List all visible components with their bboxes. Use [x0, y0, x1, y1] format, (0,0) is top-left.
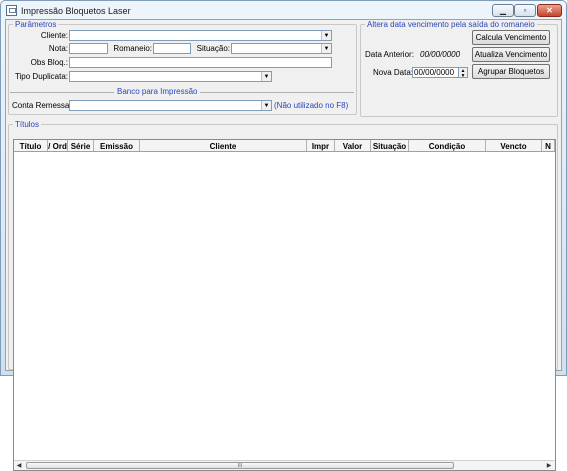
col-header-n[interactable]: N — [542, 140, 555, 151]
tipo-duplicata-label: Tipo Duplicata: — [14, 72, 68, 81]
obs-bloq-input[interactable] — [69, 57, 332, 68]
col-header-condicao[interactable]: Condição — [409, 140, 486, 151]
minimize-button[interactable]: ▁ — [492, 4, 514, 17]
conta-remessa-label: Conta Remessa: — [12, 101, 72, 110]
scroll-grip-icon: III — [237, 462, 243, 469]
col-header-ord[interactable]: / Ord — [48, 140, 68, 151]
maximize-icon: ▫ — [523, 5, 527, 15]
nova-data-label: Nova Data: — [373, 68, 414, 77]
cliente-dropdown-arrow-icon[interactable]: ▼ — [321, 31, 331, 40]
titulos-grid[interactable]: Título / Ord Série Emissão Cliente Impr … — [13, 139, 556, 471]
calcula-vencimento-button[interactable]: Calcula Vencimento — [472, 30, 550, 45]
main-window: Impressão Bloquetos Laser ▁ ▫ ✕ Parâmetr… — [0, 0, 567, 471]
col-header-vencto[interactable]: Vencto — [486, 140, 542, 151]
nova-data-spinner[interactable]: ▲ ▼ — [458, 67, 468, 79]
data-anterior-label: Data Anterior: — [365, 50, 414, 59]
situacao-label: Situação: — [196, 44, 230, 53]
banco-separator-right — [200, 92, 354, 93]
situacao-combo[interactable]: ▼ — [231, 43, 332, 54]
scroll-thumb[interactable]: III — [26, 462, 454, 469]
banco-title: Banco para Impressão — [117, 87, 198, 96]
col-header-valor[interactable]: Valor — [335, 140, 371, 151]
col-header-cliente[interactable]: Cliente — [140, 140, 307, 151]
tipo-duplicata-dropdown-arrow-icon[interactable]: ▼ — [261, 72, 271, 81]
title-bar[interactable]: Impressão Bloquetos Laser ▁ ▫ ✕ — [2, 2, 565, 19]
romaneio-input[interactable] — [153, 43, 191, 54]
grid-header: Título / Ord Série Emissão Cliente Impr … — [14, 140, 555, 152]
window-title: Impressão Bloquetos Laser — [21, 5, 131, 16]
nota-input[interactable] — [69, 43, 108, 54]
atualiza-vencimento-button[interactable]: Atualiza Vencimento — [472, 47, 550, 62]
window-client-area: Parâmetros Cliente: ▼ Nota: Romaneio: Si… — [5, 19, 562, 471]
titulos-group: Títulos Título / Ord Série Emissão Clien… — [8, 120, 558, 471]
scroll-left-arrow-icon[interactable]: ◀ — [14, 461, 24, 470]
col-header-titulo[interactable]: Título — [14, 140, 48, 151]
parametros-legend: Parâmetros — [15, 20, 57, 29]
col-header-serie[interactable]: Série — [68, 140, 94, 151]
conta-remessa-combo[interactable]: ▼ — [69, 100, 272, 111]
data-anterior-value: 00/00/0000 — [420, 50, 461, 59]
romaneio-label: Romaneio: — [113, 44, 152, 53]
minimize-icon: ▁ — [499, 5, 507, 15]
close-icon: ✕ — [546, 5, 553, 15]
tipo-duplicata-combo[interactable]: ▼ — [69, 71, 272, 82]
col-header-situacao[interactable]: Situação — [371, 140, 409, 151]
vencimento-legend: Altera data vencimento pela saída do rom… — [367, 20, 535, 29]
col-header-impr[interactable]: Impr — [307, 140, 335, 151]
banco-separator-left — [10, 92, 114, 93]
cliente-combo[interactable]: ▼ — [69, 30, 332, 41]
obs-bloq-label: Obs Bloq.: — [30, 58, 68, 67]
spin-down-icon[interactable]: ▼ — [459, 73, 467, 79]
conta-remessa-dropdown-arrow-icon[interactable]: ▼ — [261, 101, 271, 110]
col-header-emissao[interactable]: Emissão — [94, 140, 140, 151]
scroll-right-arrow-icon[interactable]: ▶ — [544, 461, 554, 470]
app-icon — [6, 5, 17, 16]
horizontal-scrollbar[interactable]: ◀ III ▶ — [14, 460, 555, 470]
situacao-dropdown-arrow-icon[interactable]: ▼ — [321, 44, 331, 53]
maximize-button[interactable]: ▫ — [514, 4, 536, 17]
agrupar-bloquetos-button[interactable]: Agrupar Bloquetos — [472, 64, 550, 79]
conta-remessa-note: (Não utilizado no F8) — [274, 101, 349, 110]
nota-label: Nota: — [48, 44, 68, 53]
close-button[interactable]: ✕ — [537, 4, 562, 17]
nova-data-input[interactable]: 00/00/0000 — [412, 67, 459, 78]
cliente-label: Cliente: — [40, 31, 68, 40]
titulos-legend: Títulos — [15, 120, 40, 129]
nova-data-value: 00/00/0000 — [414, 68, 455, 77]
